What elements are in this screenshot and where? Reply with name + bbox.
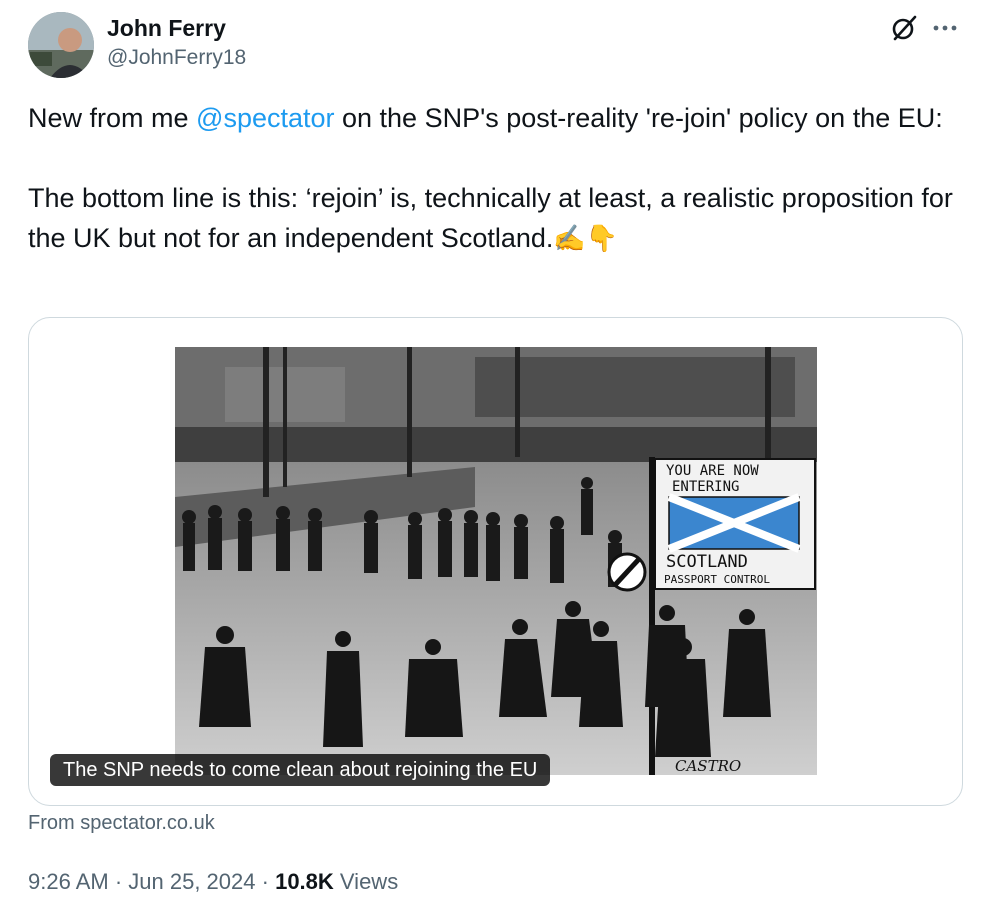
author-name[interactable]: John Ferry [107, 14, 246, 42]
tweet-meta: 9:26 AM · Jun 25, 2024 · 10.8K Views [28, 869, 398, 895]
card-image: YOU ARE NOW ENTERING SCOTLAND PASSPORT C… [175, 347, 817, 775]
views-label: Views [333, 869, 399, 894]
sign-text-line3: SCOTLAND [666, 552, 748, 572]
tweet-text-part: on the SNP's post-reality 're-join' poli… [334, 103, 943, 133]
sign-text-line2: ENTERING [672, 479, 739, 495]
sign-text-line4: PASSPORT CONTROL [664, 573, 770, 586]
card-caption[interactable]: The SNP needs to come clean about rejoin… [50, 754, 551, 786]
tweet-time[interactable]: 9:26 AM [28, 869, 109, 894]
mention-link[interactable]: @spectator [196, 103, 334, 133]
tweet-date[interactable]: Jun 25, 2024 [128, 869, 255, 894]
tweet-header: John Ferry @JohnFerry18 [28, 12, 958, 82]
author-handle[interactable]: @JohnFerry18 [107, 44, 246, 72]
tweet-text-part: New from me [28, 103, 197, 133]
separator: · [255, 869, 276, 894]
avatar[interactable] [28, 12, 94, 78]
tweet-text-part: The bottom line is this: ‘rejoin’ is, te… [28, 183, 953, 253]
grok-icon[interactable] [890, 14, 918, 42]
views-count: 10.8K [275, 869, 334, 894]
more-icon[interactable] [932, 23, 958, 33]
separator: · [108, 869, 129, 894]
artist-signature: CASTRO [675, 757, 741, 775]
card-source-link[interactable]: From spectator.co.uk [28, 812, 215, 835]
tweet-paragraph-2: The bottom line is this: ‘rejoin’ is, te… [28, 178, 963, 258]
link-card[interactable]: YOU ARE NOW ENTERING SCOTLAND PASSPORT C… [28, 317, 963, 806]
tweet-paragraph-1: New from me @spectator on the SNP's post… [28, 98, 963, 138]
sign-text-line1: YOU ARE NOW [666, 463, 759, 479]
writing-hand-pointing-down-emoji: ✍️👇 [553, 223, 619, 253]
tweet-text: New from me @spectator on the SNP's post… [28, 98, 963, 258]
